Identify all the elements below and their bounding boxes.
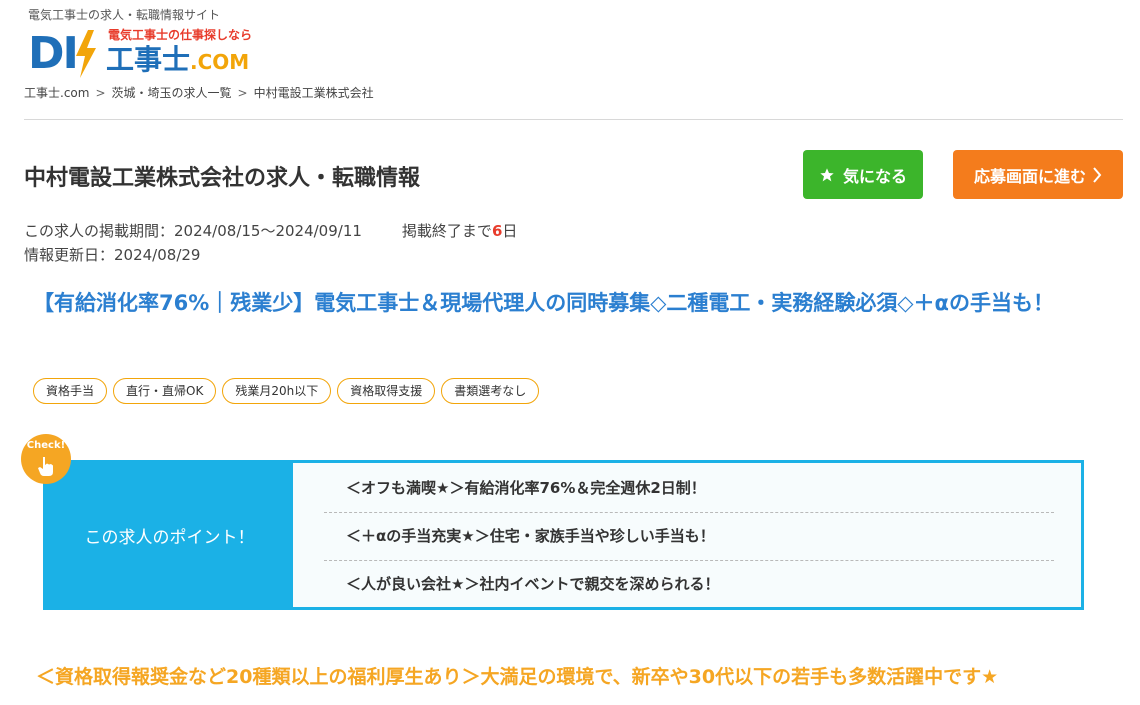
logo-dotcom: .COM <box>190 50 250 74</box>
favorite-button[interactable]: 気になる <box>803 150 923 199</box>
star-icon <box>820 167 834 181</box>
header-divider <box>24 119 1123 120</box>
breadcrumb-home[interactable]: 工事士.com <box>24 86 89 100</box>
pointing-hand-icon <box>38 457 53 476</box>
breadcrumb-separator: > <box>237 86 248 100</box>
tag-item: 直行・直帰OK <box>113 378 217 404</box>
tag-item: 資格取得支援 <box>337 378 436 404</box>
job-points-label: この求人のポイント！ <box>46 463 293 607</box>
apply-button[interactable]: 応募画面に進む <box>953 150 1123 199</box>
apply-button-label: 応募画面に進む <box>973 166 1086 186</box>
job-point-item: ＜オフも満喫★＞有給消化率76%＆完全週休2日制！ <box>324 465 1054 513</box>
job-subheadline: ＜資格取得報奨金など20種類以上の福利厚生あり＞大満足の環境で、新卒や30代以下… <box>36 666 999 688</box>
remaining-prefix: 掲載終了まで <box>401 222 492 240</box>
breadcrumb-region[interactable]: 茨城・埼玉の求人一覧 <box>112 86 232 100</box>
remaining-days: 掲載終了まで6日 <box>402 222 517 240</box>
posting-period-text: この求人の掲載期間：2024/08/15〜2024/09/11 <box>24 222 362 240</box>
tag-item: 書類選考なし <box>441 378 540 404</box>
site-tagline: 電気工事士の求人・転職情報サイト <box>28 8 221 22</box>
logo-mark: DI <box>28 28 79 79</box>
job-headline: 【有給消化率76%｜残業少】電気工事士＆現場代理人の同時募集◇二種電工・実務経験… <box>33 291 1054 315</box>
check-badge: Check! <box>21 434 71 484</box>
tag-list: 資格手当 直行・直帰OK 残業月20h以下 資格取得支援 書類選考なし <box>33 378 540 404</box>
chevron-right-icon <box>1093 166 1102 183</box>
job-point-item: ＜人が良い会社★＞社内イベントで親交を深められる！ <box>346 575 720 593</box>
tag-item: 資格手当 <box>33 378 108 404</box>
favorite-button-label: 気になる <box>842 166 907 186</box>
site-logo[interactable]: DI 電気工事士の仕事探しなら 工事士.COM <box>28 24 268 80</box>
lightning-icon <box>76 30 96 78</box>
breadcrumb: 工事士.com > 茨城・埼玉の求人一覧 > 中村電設工業株式会社 <box>24 84 374 101</box>
breadcrumb-company: 中村電設工業株式会社 <box>253 86 374 100</box>
logo-wordmark-text: 工事士 <box>106 43 191 76</box>
job-points-list: ＜オフも満喫★＞有給消化率76%＆完全週休2日制！ ＜＋αの手当充実★＞住宅・家… <box>324 465 1054 609</box>
breadcrumb-separator: > <box>95 86 106 100</box>
logo-wordmark: 工事士.COM <box>106 44 249 78</box>
remaining-suffix: 日 <box>502 222 518 240</box>
remaining-days-count: 6 <box>491 222 503 240</box>
posting-period: この求人の掲載期間：2024/08/15〜2024/09/11 掲載終了まで6日 <box>24 220 517 241</box>
logo-subtitle: 電気工事士の仕事探しなら <box>108 28 253 42</box>
check-badge-text: Check! <box>26 440 66 451</box>
tag-item: 残業月20h以下 <box>222 378 332 404</box>
page-title: 中村電設工業株式会社の求人・転職情報 <box>24 166 421 191</box>
job-point-item: ＜＋αの手当充実★＞住宅・家族手当や珍しい手当も！ <box>324 513 1054 561</box>
updated-date: 情報更新日：2024/08/29 <box>24 246 201 264</box>
job-points-box: この求人のポイント！ ＜オフも満喫★＞有給消化率76%＆完全週休2日制！ ＜＋α… <box>43 460 1084 610</box>
